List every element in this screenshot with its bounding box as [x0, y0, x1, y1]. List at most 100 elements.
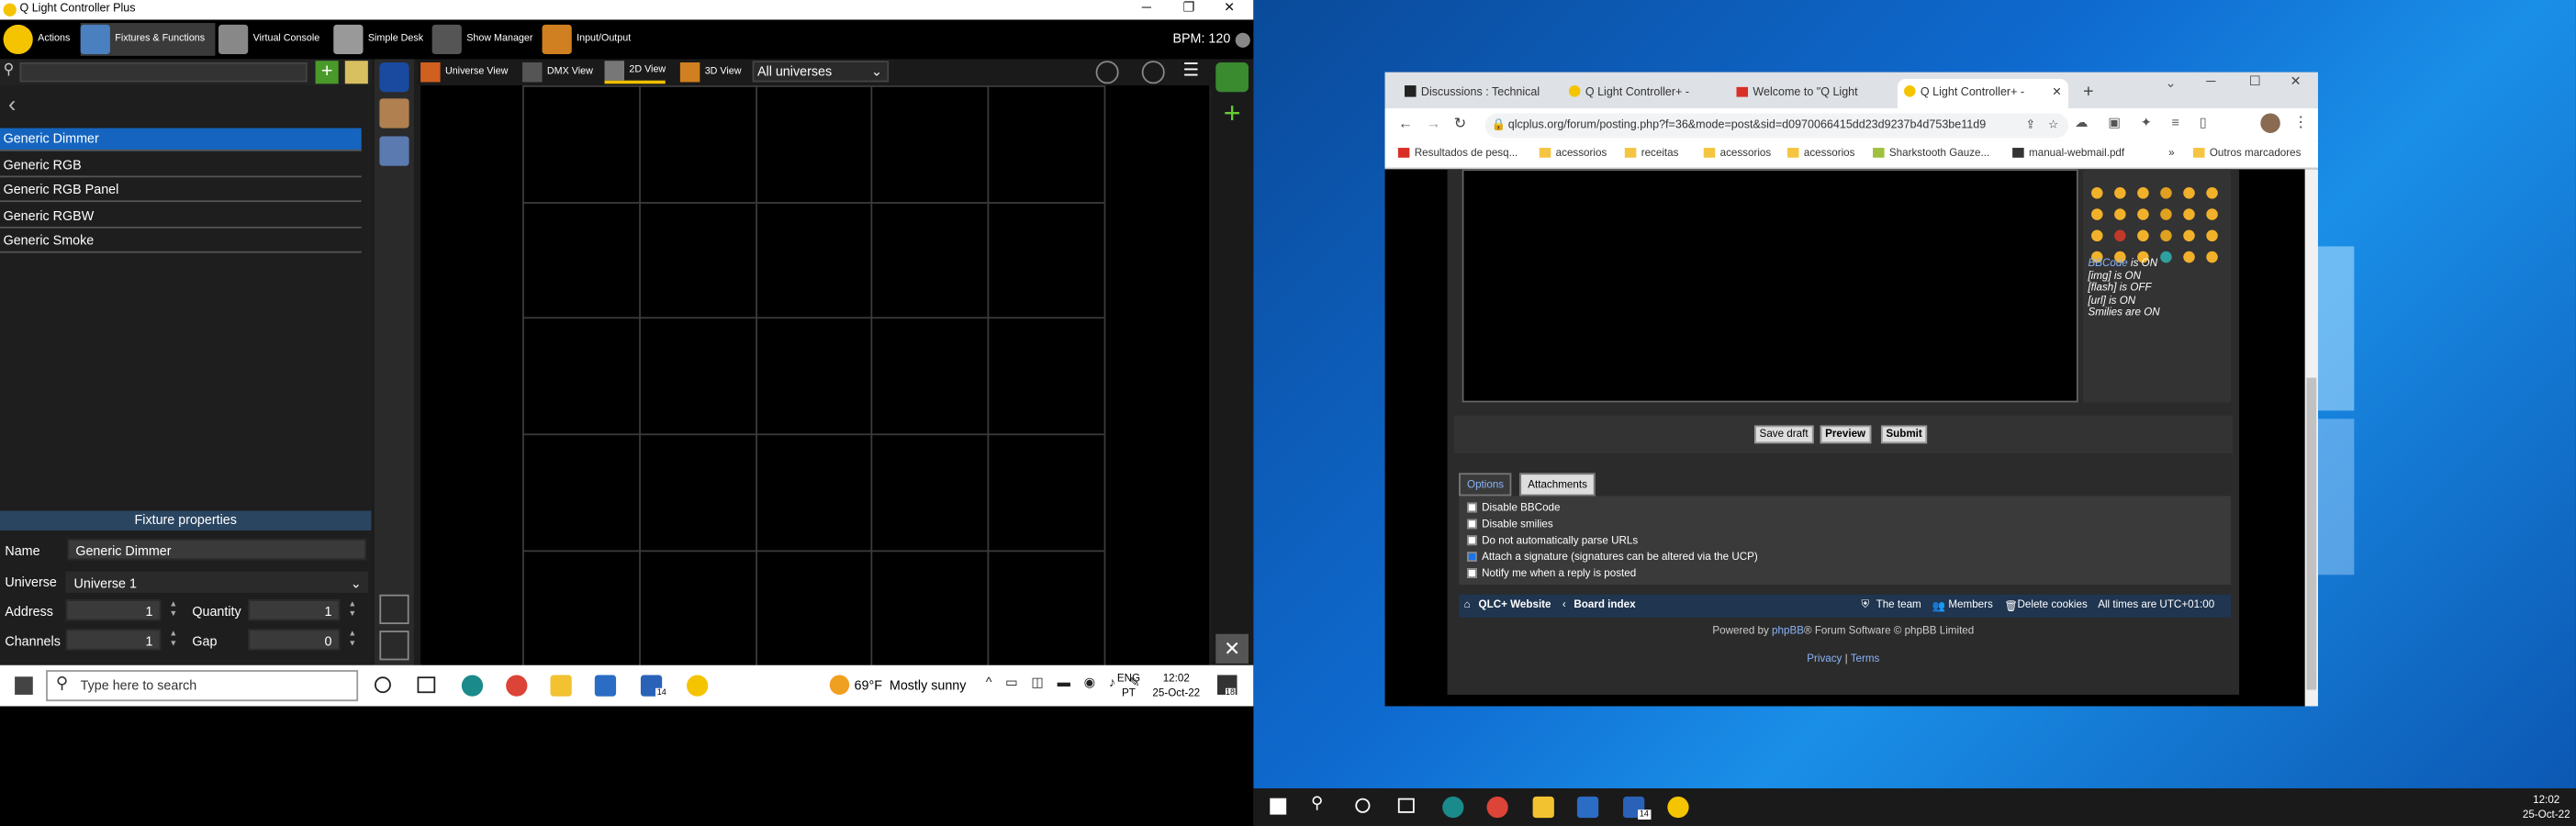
store-icon[interactable]	[594, 675, 617, 697]
privacy-link[interactable]: Privacy	[1807, 653, 1842, 665]
tab-universe-view[interactable]: Universe View	[420, 61, 508, 84]
back-icon[interactable]: ←	[1398, 115, 1413, 131]
smiley-icon[interactable]	[2160, 251, 2172, 263]
back-chevron-icon[interactable]: ‹	[8, 90, 16, 117]
taskbar-clock[interactable]: 12:02 25-Oct-22	[1150, 672, 1203, 701]
tab-3d-view[interactable]: 3D View	[679, 61, 741, 84]
qlc-website-link[interactable]: QLC+ Website	[1479, 599, 1551, 611]
smiley-icon[interactable]	[2206, 251, 2218, 263]
bookmark-other[interactable]: Outros marcadores	[2192, 148, 2301, 160]
windows-start-icon[interactable]	[15, 676, 33, 695]
fixture-list-item[interactable]: Generic Smoke	[0, 230, 362, 253]
universe-filter-select[interactable]: All universes ⌄	[752, 61, 890, 83]
bookmark-acessorios-3[interactable]: acessorios	[1786, 148, 1854, 160]
option-checkbox[interactable]	[1467, 535, 1477, 546]
fixture-list-item[interactable]: Generic Dimmer	[0, 128, 362, 151]
members-link[interactable]: Members	[1948, 599, 1992, 611]
zoom-in-icon[interactable]	[1141, 61, 1165, 84]
fixtures-functions-button[interactable]: Fixtures & Functions	[80, 23, 216, 56]
tab-qlc-1[interactable]: Q Light Controller+ -	[1562, 79, 1720, 108]
file-explorer-icon[interactable]	[1532, 796, 1554, 819]
bookmark-acessorios-2[interactable]: acessorios	[1703, 148, 1771, 160]
save-draft-button[interactable]: Save draft	[1754, 425, 1813, 444]
fixture-list-item[interactable]: Generic RGB	[0, 153, 362, 177]
qlc-taskbar-icon[interactable]	[1667, 796, 1689, 819]
menu-icon[interactable]: ☰	[1176, 61, 1205, 84]
windows-start-icon[interactable]	[1270, 798, 1287, 815]
submit-button[interactable]: Submit	[1880, 425, 1928, 444]
file-explorer-icon[interactable]	[550, 675, 572, 697]
quantity-stepper[interactable]: ▲ ▼	[343, 599, 362, 620]
fixture-search-input[interactable]	[19, 62, 308, 83]
tab-welcome[interactable]: Welcome to "Q Light	[1730, 79, 1887, 108]
bookmark-star-icon[interactable]: ☆	[2048, 113, 2058, 138]
smiley-icon[interactable]	[2183, 208, 2195, 220]
gap-spinbox[interactable]: 0	[248, 629, 341, 651]
smiley-icon[interactable]	[2206, 208, 2218, 220]
cortana-icon[interactable]	[1355, 798, 1371, 813]
tab-qlc-active[interactable]: Q Light Controller+ - ✕	[1897, 78, 2068, 109]
task-view-icon[interactable]	[1397, 798, 1415, 813]
tab-search-icon[interactable]: ⌄	[2166, 75, 2177, 90]
smiley-icon[interactable]	[2114, 208, 2126, 220]
address-spinbox[interactable]: 1	[65, 599, 162, 621]
maximize-icon[interactable]: ☐	[2249, 74, 2261, 89]
chrome-icon[interactable]	[506, 675, 528, 697]
smiley-icon[interactable]	[2183, 187, 2195, 199]
tab-discussions[interactable]: Discussions : Technical	[1398, 79, 1556, 108]
url-input[interactable]: 🔒 qlcplus.org/forum/posting.php?f=36&mod…	[1484, 113, 2068, 139]
minimize-icon[interactable]: ─	[1142, 0, 1151, 15]
the-team-link[interactable]: The team	[1876, 599, 1921, 611]
tab-2d-view[interactable]: 2D View	[604, 61, 666, 84]
show-manager-button[interactable]: Show Manager	[431, 23, 538, 56]
quantity-spinbox[interactable]: 1	[248, 599, 341, 621]
smiley-icon[interactable]	[2206, 187, 2218, 199]
smiley-icon[interactable]	[2160, 187, 2172, 199]
bbcode-link[interactable]: BBCode	[2088, 258, 2127, 270]
smiley-icon[interactable]	[2091, 208, 2103, 220]
edge-icon[interactable]	[1442, 796, 1464, 819]
close-icon[interactable]: ✕	[2290, 74, 2302, 89]
smiley-icon[interactable]	[2183, 229, 2195, 242]
edge-icon[interactable]	[461, 675, 484, 697]
option-checkbox[interactable]	[1467, 502, 1477, 513]
input-output-button[interactable]: Input/Output	[542, 23, 641, 56]
smiley-icon[interactable]	[2160, 208, 2172, 220]
bookmark-sharkstooth[interactable]: Sharkstooth Gauze...	[1873, 148, 1989, 160]
fixture-list-item[interactable]: Generic RGB Panel	[0, 179, 362, 203]
channels-stepper[interactable]: ▲ ▼	[164, 629, 183, 650]
close-tab-icon[interactable]: ✕	[2052, 79, 2062, 108]
smiley-icon[interactable]	[2206, 229, 2218, 242]
bookmark-manual-webmail[interactable]: manual-webmail.pdf	[2012, 148, 2124, 160]
share-icon[interactable]: ⇪	[2026, 113, 2036, 138]
smiley-icon[interactable]	[2137, 187, 2149, 199]
delete-cookies-link[interactable]: Delete cookies	[2018, 599, 2088, 611]
task-view-icon[interactable]	[417, 676, 436, 694]
tab-options[interactable]: Options	[1459, 473, 1513, 497]
add-function-icon[interactable]	[1215, 62, 1249, 93]
list-view-icon[interactable]	[379, 594, 409, 625]
reload-icon[interactable]: ↻	[1454, 115, 1467, 133]
fixture-name-input[interactable]: Generic Dimmer	[67, 538, 367, 561]
minimize-icon[interactable]: ─	[2206, 74, 2215, 89]
fixture-groups-icon[interactable]	[379, 62, 409, 93]
smiley-icon[interactable]	[2137, 229, 2149, 242]
simple-desk-button[interactable]: Simple Desk	[333, 23, 429, 56]
forward-icon[interactable]: →	[1426, 115, 1440, 131]
message-textarea[interactable]	[1462, 169, 2078, 403]
add-fixture-icon[interactable]: +	[315, 60, 339, 84]
grid-view-icon[interactable]	[379, 631, 409, 661]
fixture-list-item[interactable]: Generic RGBW	[0, 205, 362, 228]
option-checkbox[interactable]	[1467, 519, 1477, 530]
smiley-icon[interactable]	[2137, 208, 2149, 220]
smiley-icon[interactable]	[2091, 229, 2103, 242]
2d-view-canvas[interactable]	[420, 85, 1210, 665]
new-tab-icon[interactable]: +	[2083, 82, 2094, 101]
taskbar-search-input[interactable]: Type here to search	[46, 670, 359, 702]
preview-button[interactable]: Preview	[1820, 425, 1871, 444]
terms-link[interactable]: Terms	[1851, 653, 1880, 665]
fixture-browse-icon[interactable]	[379, 98, 409, 128]
universe-select[interactable]: Universe 1 ⌄	[65, 571, 368, 594]
bookmark-receitas[interactable]: receitas	[1624, 148, 1678, 160]
avatar[interactable]	[2260, 113, 2280, 133]
